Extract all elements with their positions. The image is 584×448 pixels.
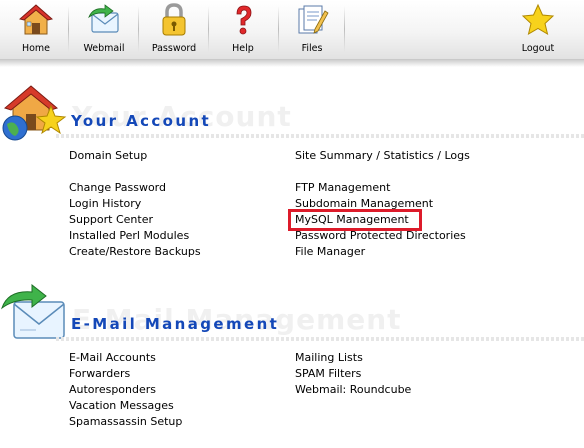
home-icon (19, 4, 53, 35)
your-account-title: Your Account (71, 112, 212, 130)
domain-setup-link[interactable]: Domain Setup (69, 149, 147, 163)
toolbar-webmail-label: Webmail (83, 43, 125, 54)
top-toolbar: Home Webmail Password Help Files Logout (0, 0, 584, 60)
toolbar-separator (344, 6, 345, 52)
webmail-icon (88, 4, 119, 33)
envelope-arrow-icon (1, 284, 65, 339)
toolbar-logout-button[interactable]: Logout (512, 0, 564, 60)
change-password-link[interactable]: Change Password (69, 181, 166, 195)
question-mark-icon (236, 5, 252, 35)
login-history-link[interactable]: Login History (69, 197, 141, 211)
section-divider (56, 337, 584, 341)
toolbar-password-label: Password (151, 43, 197, 54)
mysql-highlight-box (288, 209, 422, 231)
toolbar-home-label: Home (21, 43, 51, 54)
password-protected-directories-link[interactable]: Password Protected Directories (295, 229, 466, 243)
toolbar-help-label: Help (232, 43, 254, 54)
star-icon (521, 3, 555, 36)
toolbar-separator (138, 6, 139, 52)
email-accounts-link[interactable]: E-Mail Accounts (69, 351, 156, 365)
file-manager-link[interactable]: File Manager (295, 245, 365, 259)
email-management-title: E-Mail Management (71, 315, 280, 333)
toolbar-shadow (0, 60, 584, 67)
toolbar-separator (68, 6, 69, 52)
toolbar-password-button[interactable]: Password (146, 0, 202, 60)
toolbar-webmail-button[interactable]: Webmail (76, 0, 132, 60)
toolbar-help-button[interactable]: Help (216, 0, 270, 60)
support-center-link[interactable]: Support Center (69, 213, 153, 227)
webmail-roundcube-link[interactable]: Webmail: Roundcube (295, 383, 411, 397)
vacation-messages-link[interactable]: Vacation Messages (69, 399, 174, 413)
mailing-lists-link[interactable]: Mailing Lists (295, 351, 363, 365)
padlock-icon (162, 3, 186, 36)
spam-filters-link[interactable]: SPAM Filters (295, 367, 361, 381)
toolbar-files-button[interactable]: Files (286, 0, 338, 60)
toolbar-separator (208, 6, 209, 52)
toolbar-files-label: Files (301, 43, 323, 54)
section-divider (56, 134, 584, 138)
create-restore-backups-link[interactable]: Create/Restore Backups (69, 245, 201, 259)
ftp-management-link[interactable]: FTP Management (295, 181, 390, 195)
spamassassin-setup-link[interactable]: Spamassassin Setup (69, 415, 182, 429)
toolbar-separator (278, 6, 279, 52)
toolbar-home-button[interactable]: Home (10, 0, 62, 60)
installed-perl-modules-link[interactable]: Installed Perl Modules (69, 229, 189, 243)
files-icon (298, 5, 329, 34)
toolbar-logout-label: Logout (521, 43, 555, 54)
forwarders-link[interactable]: Forwarders (69, 367, 130, 381)
autoresponders-link[interactable]: Autoresponders (69, 383, 156, 397)
site-summary-statistics-logs-link[interactable]: Site Summary / Statistics / Logs (295, 149, 470, 163)
